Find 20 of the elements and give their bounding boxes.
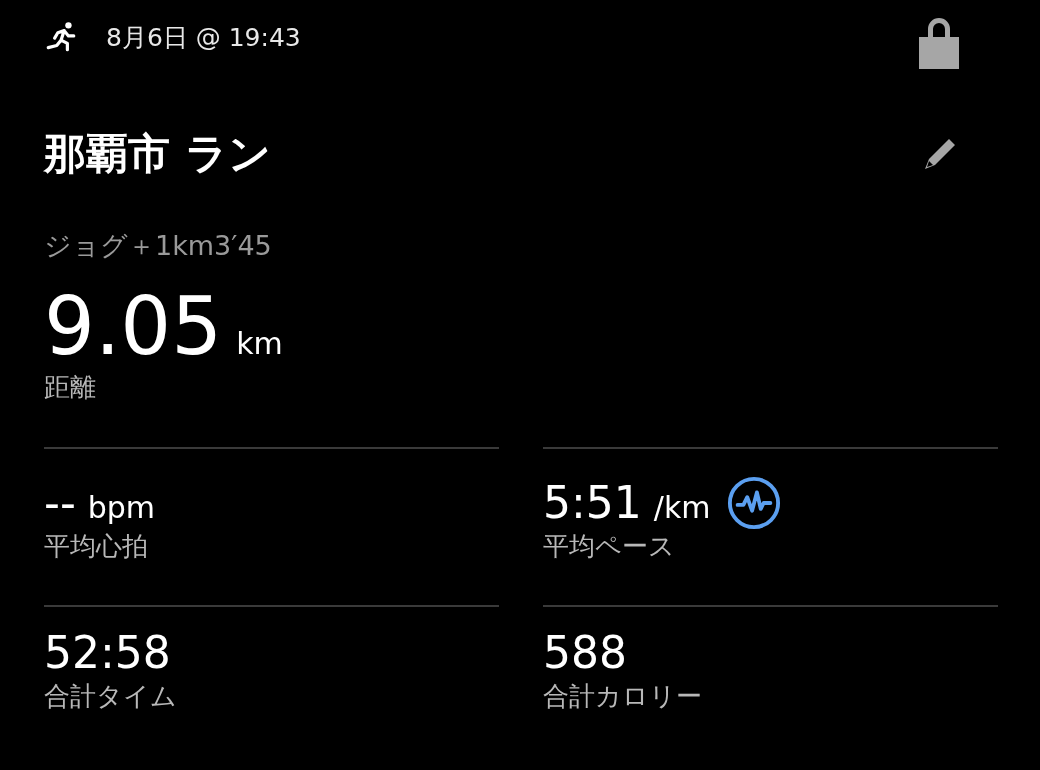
stat-value: 588 — [543, 627, 627, 678]
stat-label: 平均心拍 — [44, 530, 149, 563]
stat-label: 合計タイム — [44, 680, 178, 713]
stat-value: 5:51 — [543, 477, 642, 528]
stat-value: 52:58 — [44, 627, 171, 678]
distance-label: 距離 — [44, 371, 97, 404]
activity-title: 那覇市 ラン — [44, 128, 271, 180]
activity-datetime: 8月6日 @ 19:43 — [106, 21, 301, 54]
stat-label: 合計カロリー — [543, 680, 703, 713]
lock-icon[interactable] — [917, 15, 961, 69]
stat-label: 平均ペース — [543, 530, 676, 563]
runner-icon — [44, 20, 78, 54]
stat-unit: /km — [653, 490, 711, 525]
stat-unit: bpm — [87, 490, 156, 525]
distance-unit: km — [236, 326, 283, 361]
stat-value: -- — [44, 477, 76, 528]
activity-description: ジョグ＋1km3′45 — [44, 229, 273, 263]
distance-value: 9.05 — [44, 284, 223, 370]
pace-graph-icon[interactable] — [726, 476, 781, 530]
edit-icon[interactable] — [923, 137, 957, 171]
